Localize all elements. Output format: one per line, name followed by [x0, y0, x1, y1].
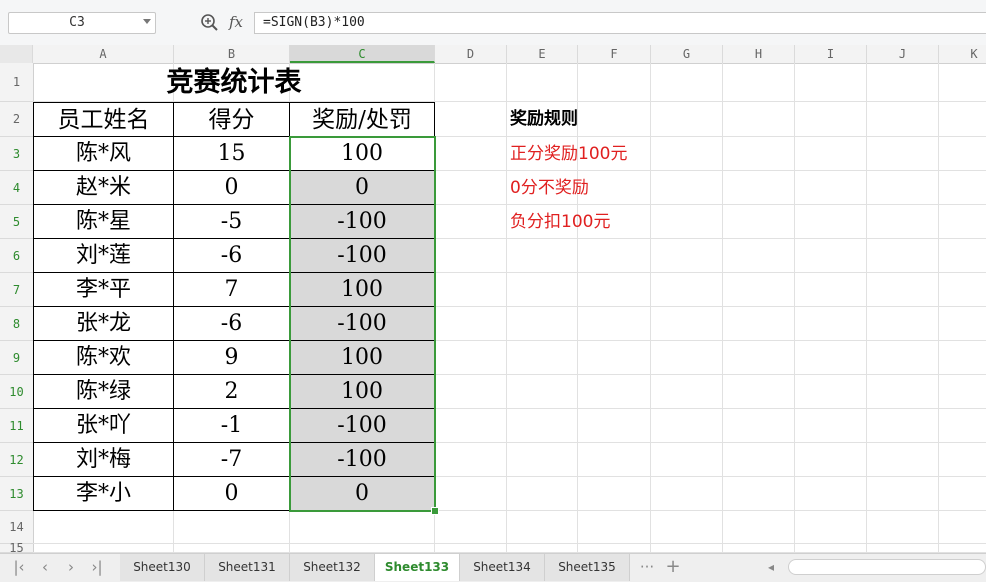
prev-sheet-icon[interactable]: ‹	[34, 556, 56, 578]
select-all-corner[interactable]	[0, 45, 33, 63]
rule-item[interactable]: 负分扣100元	[510, 205, 610, 239]
column-header-e[interactable]: E	[507, 45, 578, 63]
column-header-c[interactable]: C	[290, 45, 435, 63]
column-header-f[interactable]: F	[578, 45, 651, 63]
cell-name[interactable]: 李*小	[33, 477, 174, 511]
row-header-10[interactable]: 10	[0, 375, 33, 409]
rule-item[interactable]: 正分奖励100元	[510, 137, 627, 171]
cell-reward[interactable]: 100	[290, 137, 435, 171]
cell-name[interactable]: 张*吖	[33, 409, 174, 443]
cell-score[interactable]: -5	[174, 205, 290, 239]
cell-name[interactable]: 赵*米	[33, 171, 174, 205]
row-header-14[interactable]: 14	[0, 511, 33, 544]
gridline	[33, 543, 986, 544]
name-box[interactable]: C3	[8, 12, 156, 34]
rule-item[interactable]: 0分不奖励	[510, 171, 589, 205]
cell-reward[interactable]: 0	[290, 171, 435, 205]
cell-score[interactable]: 15	[174, 137, 290, 171]
cell-name[interactable]: 刘*莲	[33, 239, 174, 273]
cell-reward[interactable]: -100	[290, 239, 435, 273]
sheet-tab-sheet135[interactable]: Sheet135	[545, 554, 630, 581]
cell-reward[interactable]: 0	[290, 477, 435, 511]
row-header-11[interactable]: 11	[0, 409, 33, 443]
row-header-6[interactable]: 6	[0, 239, 33, 273]
header-reward[interactable]: 奖励/处罚	[290, 102, 435, 137]
cell-name[interactable]: 陈*欢	[33, 341, 174, 375]
cell-reward[interactable]: 100	[290, 375, 435, 409]
cell-reward[interactable]: -100	[290, 205, 435, 239]
column-header-row: ABCDEFGHIJK	[0, 45, 986, 64]
header-score[interactable]: 得分	[174, 102, 290, 137]
column-header-j[interactable]: J	[867, 45, 939, 63]
column-header-b[interactable]: B	[174, 45, 290, 63]
fill-handle[interactable]	[431, 507, 439, 515]
sheet-tab-sheet134[interactable]: Sheet134	[460, 554, 545, 581]
row-header-9[interactable]: 9	[0, 341, 33, 375]
column-header-h[interactable]: H	[723, 45, 795, 63]
chevron-down-icon[interactable]	[143, 19, 151, 24]
horizontal-scrollbar[interactable]	[788, 559, 986, 575]
next-sheet-icon[interactable]: ›	[60, 556, 82, 578]
cell-name[interactable]: 陈*绿	[33, 375, 174, 409]
cell-name[interactable]: 陈*风	[33, 137, 174, 171]
cell-name[interactable]: 张*龙	[33, 307, 174, 341]
column-header-d[interactable]: D	[435, 45, 507, 63]
column-header-g[interactable]: G	[651, 45, 723, 63]
cell-name[interactable]: 李*平	[33, 273, 174, 307]
sheet-tab-sheet132[interactable]: Sheet132	[290, 554, 375, 581]
cell-score[interactable]: -7	[174, 443, 290, 477]
row-header-8[interactable]: 8	[0, 307, 33, 341]
row-header-12[interactable]: 12	[0, 443, 33, 477]
first-sheet-icon[interactable]: |‹	[8, 556, 30, 578]
cell-score[interactable]: 7	[174, 273, 290, 307]
rules-title[interactable]: 奖励规则	[510, 102, 578, 136]
formula-input[interactable]: =SIGN(B3)*100	[254, 12, 986, 34]
row-header-15[interactable]: 15	[0, 542, 33, 554]
row-header-5[interactable]: 5	[0, 205, 33, 239]
sheet-tab-sheet131[interactable]: Sheet131	[205, 554, 290, 581]
row-header-13[interactable]: 13	[0, 477, 33, 511]
add-sheet-icon[interactable]: +	[662, 556, 684, 578]
row-header-4[interactable]: 4	[0, 171, 33, 205]
row-header-2[interactable]: 2	[0, 102, 33, 137]
column-header-k[interactable]: K	[939, 45, 986, 63]
cell-reward[interactable]: 100	[290, 341, 435, 375]
zoom-icon[interactable]	[200, 13, 220, 33]
column-header-i[interactable]: I	[795, 45, 867, 63]
row-header-column: 1 2 3 4 5 6 7 8 9 10 11 12 13 14 15	[0, 63, 34, 554]
formula-bar: C3 fx =SIGN(B3)*100	[0, 0, 986, 46]
row-header-7[interactable]: 7	[0, 273, 33, 307]
row-header-3[interactable]: 3	[0, 137, 33, 171]
cell-score[interactable]: -6	[174, 307, 290, 341]
cell-score[interactable]: -6	[174, 239, 290, 273]
last-sheet-icon[interactable]: ›|	[86, 556, 108, 578]
cell-name[interactable]: 陈*星	[33, 205, 174, 239]
cell-reward[interactable]: -100	[290, 443, 435, 477]
cell-reward[interactable]: 100	[290, 273, 435, 307]
more-sheets-icon[interactable]: ···	[636, 556, 658, 578]
cell-score[interactable]: -1	[174, 409, 290, 443]
cell-score[interactable]: 0	[174, 477, 290, 511]
name-box-value: C3	[69, 15, 85, 30]
header-name[interactable]: 员工姓名	[33, 102, 174, 137]
sheet-tab-sheet133[interactable]: Sheet133	[375, 554, 460, 581]
column-header-a[interactable]: A	[33, 45, 174, 63]
cell-score[interactable]: 2	[174, 375, 290, 409]
cell-score[interactable]: 9	[174, 341, 290, 375]
sheet-tab-sheet130[interactable]: Sheet130	[120, 554, 205, 581]
fx-icon[interactable]: fx	[229, 12, 249, 32]
row-header-1[interactable]: 1	[0, 63, 33, 102]
cell-score[interactable]: 0	[174, 171, 290, 205]
cell-name[interactable]: 刘*梅	[33, 443, 174, 477]
cell-reward[interactable]: -100	[290, 307, 435, 341]
spreadsheet-grid[interactable]: 竞赛统计表 员工姓名 得分 奖励/处罚 陈*风 15 100 赵*米 0 0 陈*星 -5 -100 刘*…	[33, 63, 986, 553]
cell-reward[interactable]: -100	[290, 409, 435, 443]
table-title[interactable]: 竞赛统计表	[33, 63, 435, 102]
scroll-left-icon[interactable]: ◂	[760, 556, 782, 578]
